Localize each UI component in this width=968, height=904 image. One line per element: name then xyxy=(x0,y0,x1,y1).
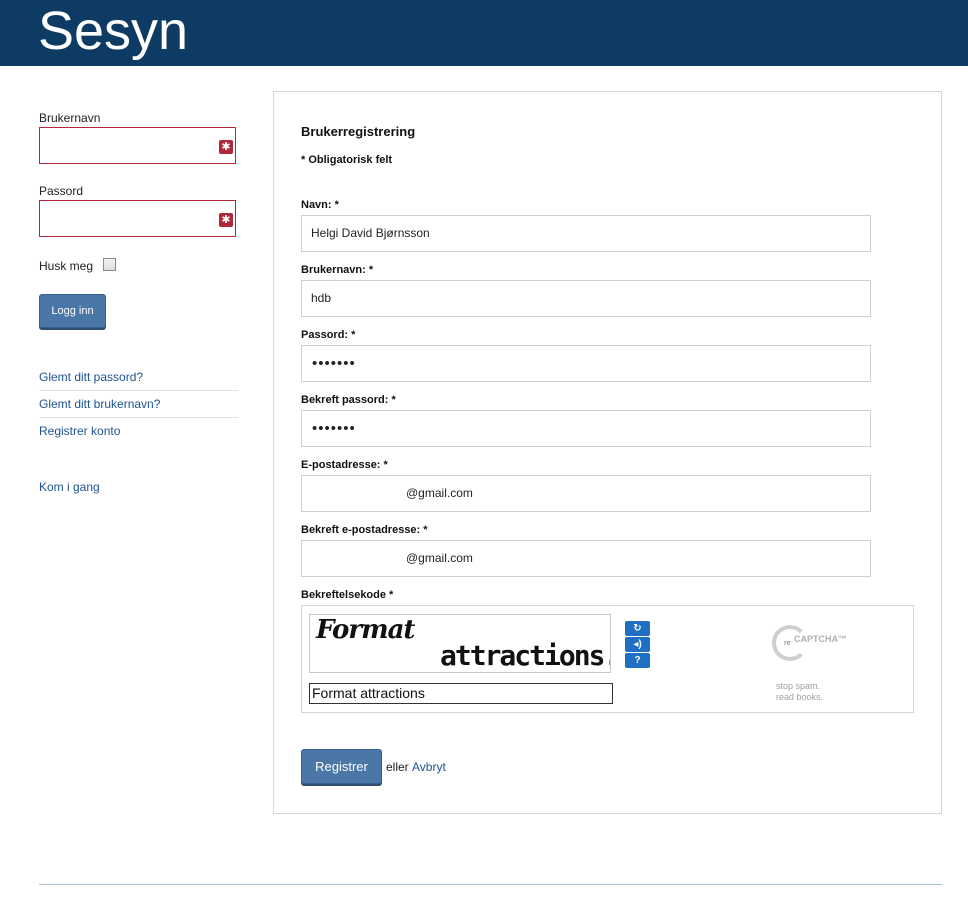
divider xyxy=(39,390,238,391)
password-field-label: Passord: * xyxy=(301,329,356,341)
recaptcha-brand: CAPTCHA™ xyxy=(794,634,847,644)
divider xyxy=(39,417,238,418)
password-value: ••••••• xyxy=(312,355,356,372)
username-field-input[interactable]: hdb xyxy=(301,280,871,317)
tagline-line-2: read books. xyxy=(776,692,824,702)
username-label: Brukernavn xyxy=(39,111,101,125)
email-label: E-postadresse: * xyxy=(301,459,388,471)
refresh-icon[interactable]: ↻ xyxy=(625,621,650,636)
password-label: Passord xyxy=(39,184,84,198)
username-value: hdb xyxy=(311,291,332,305)
site-title[interactable]: Sesyn xyxy=(38,0,188,62)
audio-icon[interactable]: ◂) xyxy=(625,637,650,652)
name-label: Navn: * xyxy=(301,199,339,211)
captcha-label: Bekreftelsekode * xyxy=(301,589,394,601)
remember-me-checkbox[interactable] xyxy=(103,258,116,271)
remember-me-label: Husk meg xyxy=(39,259,94,273)
confirm-email-label: Bekreft e-postadresse: * xyxy=(301,524,428,536)
footer-divider xyxy=(39,884,942,885)
captcha-image: Format attractions. xyxy=(309,614,611,673)
username-field-label: Brukernavn: * xyxy=(301,264,374,276)
tagline-line-1: stop spam. xyxy=(776,681,821,691)
recaptcha-prefix: re xyxy=(784,640,791,647)
recaptcha-tagline: stop spam. read books. xyxy=(776,681,856,703)
required-icon: ✱ xyxy=(219,213,233,227)
confirm-email-value: @gmail.com xyxy=(406,551,473,565)
confirm-password-value: ••••••• xyxy=(312,420,356,437)
password-field-input[interactable]: ••••••• xyxy=(301,345,871,382)
register-account-link[interactable]: Registrer konto xyxy=(39,424,120,438)
name-value: Helgi David Bjørnsson xyxy=(311,226,430,240)
cancel-link[interactable]: Avbryt xyxy=(412,760,446,774)
password-input[interactable]: ✱ xyxy=(39,200,236,237)
login-button[interactable]: Logg inn xyxy=(39,294,106,328)
captcha-word-1: Format xyxy=(316,615,415,645)
site-header: Sesyn xyxy=(0,0,968,66)
required-note: * Obligatorisk felt xyxy=(301,154,393,166)
captcha-response-input[interactable]: Format attractions xyxy=(309,683,613,704)
captcha-word-2: attractions. xyxy=(440,639,611,672)
confirm-password-label: Bekreft passord: * xyxy=(301,394,396,406)
username-input[interactable]: ✱ xyxy=(39,127,236,164)
forgot-password-link[interactable]: Glemt ditt passord? xyxy=(39,370,143,384)
confirm-email-input[interactable]: @gmail.com xyxy=(301,540,871,577)
email-input[interactable]: @gmail.com xyxy=(301,475,871,512)
register-button[interactable]: Registrer xyxy=(301,749,382,784)
or-text: eller xyxy=(386,760,409,774)
forgot-username-link[interactable]: Glemt ditt brukernavn? xyxy=(39,397,160,411)
getting-started-link[interactable]: Kom i gang xyxy=(39,480,100,494)
email-value: @gmail.com xyxy=(406,486,473,500)
required-icon: ✱ xyxy=(219,140,233,154)
name-input[interactable]: Helgi David Bjørnsson xyxy=(301,215,871,252)
help-icon[interactable]: ? xyxy=(625,653,650,668)
form-title: Brukerregistrering xyxy=(301,124,416,139)
confirm-password-input[interactable]: ••••••• xyxy=(301,410,871,447)
captcha-response-value: Format attractions xyxy=(312,685,425,701)
